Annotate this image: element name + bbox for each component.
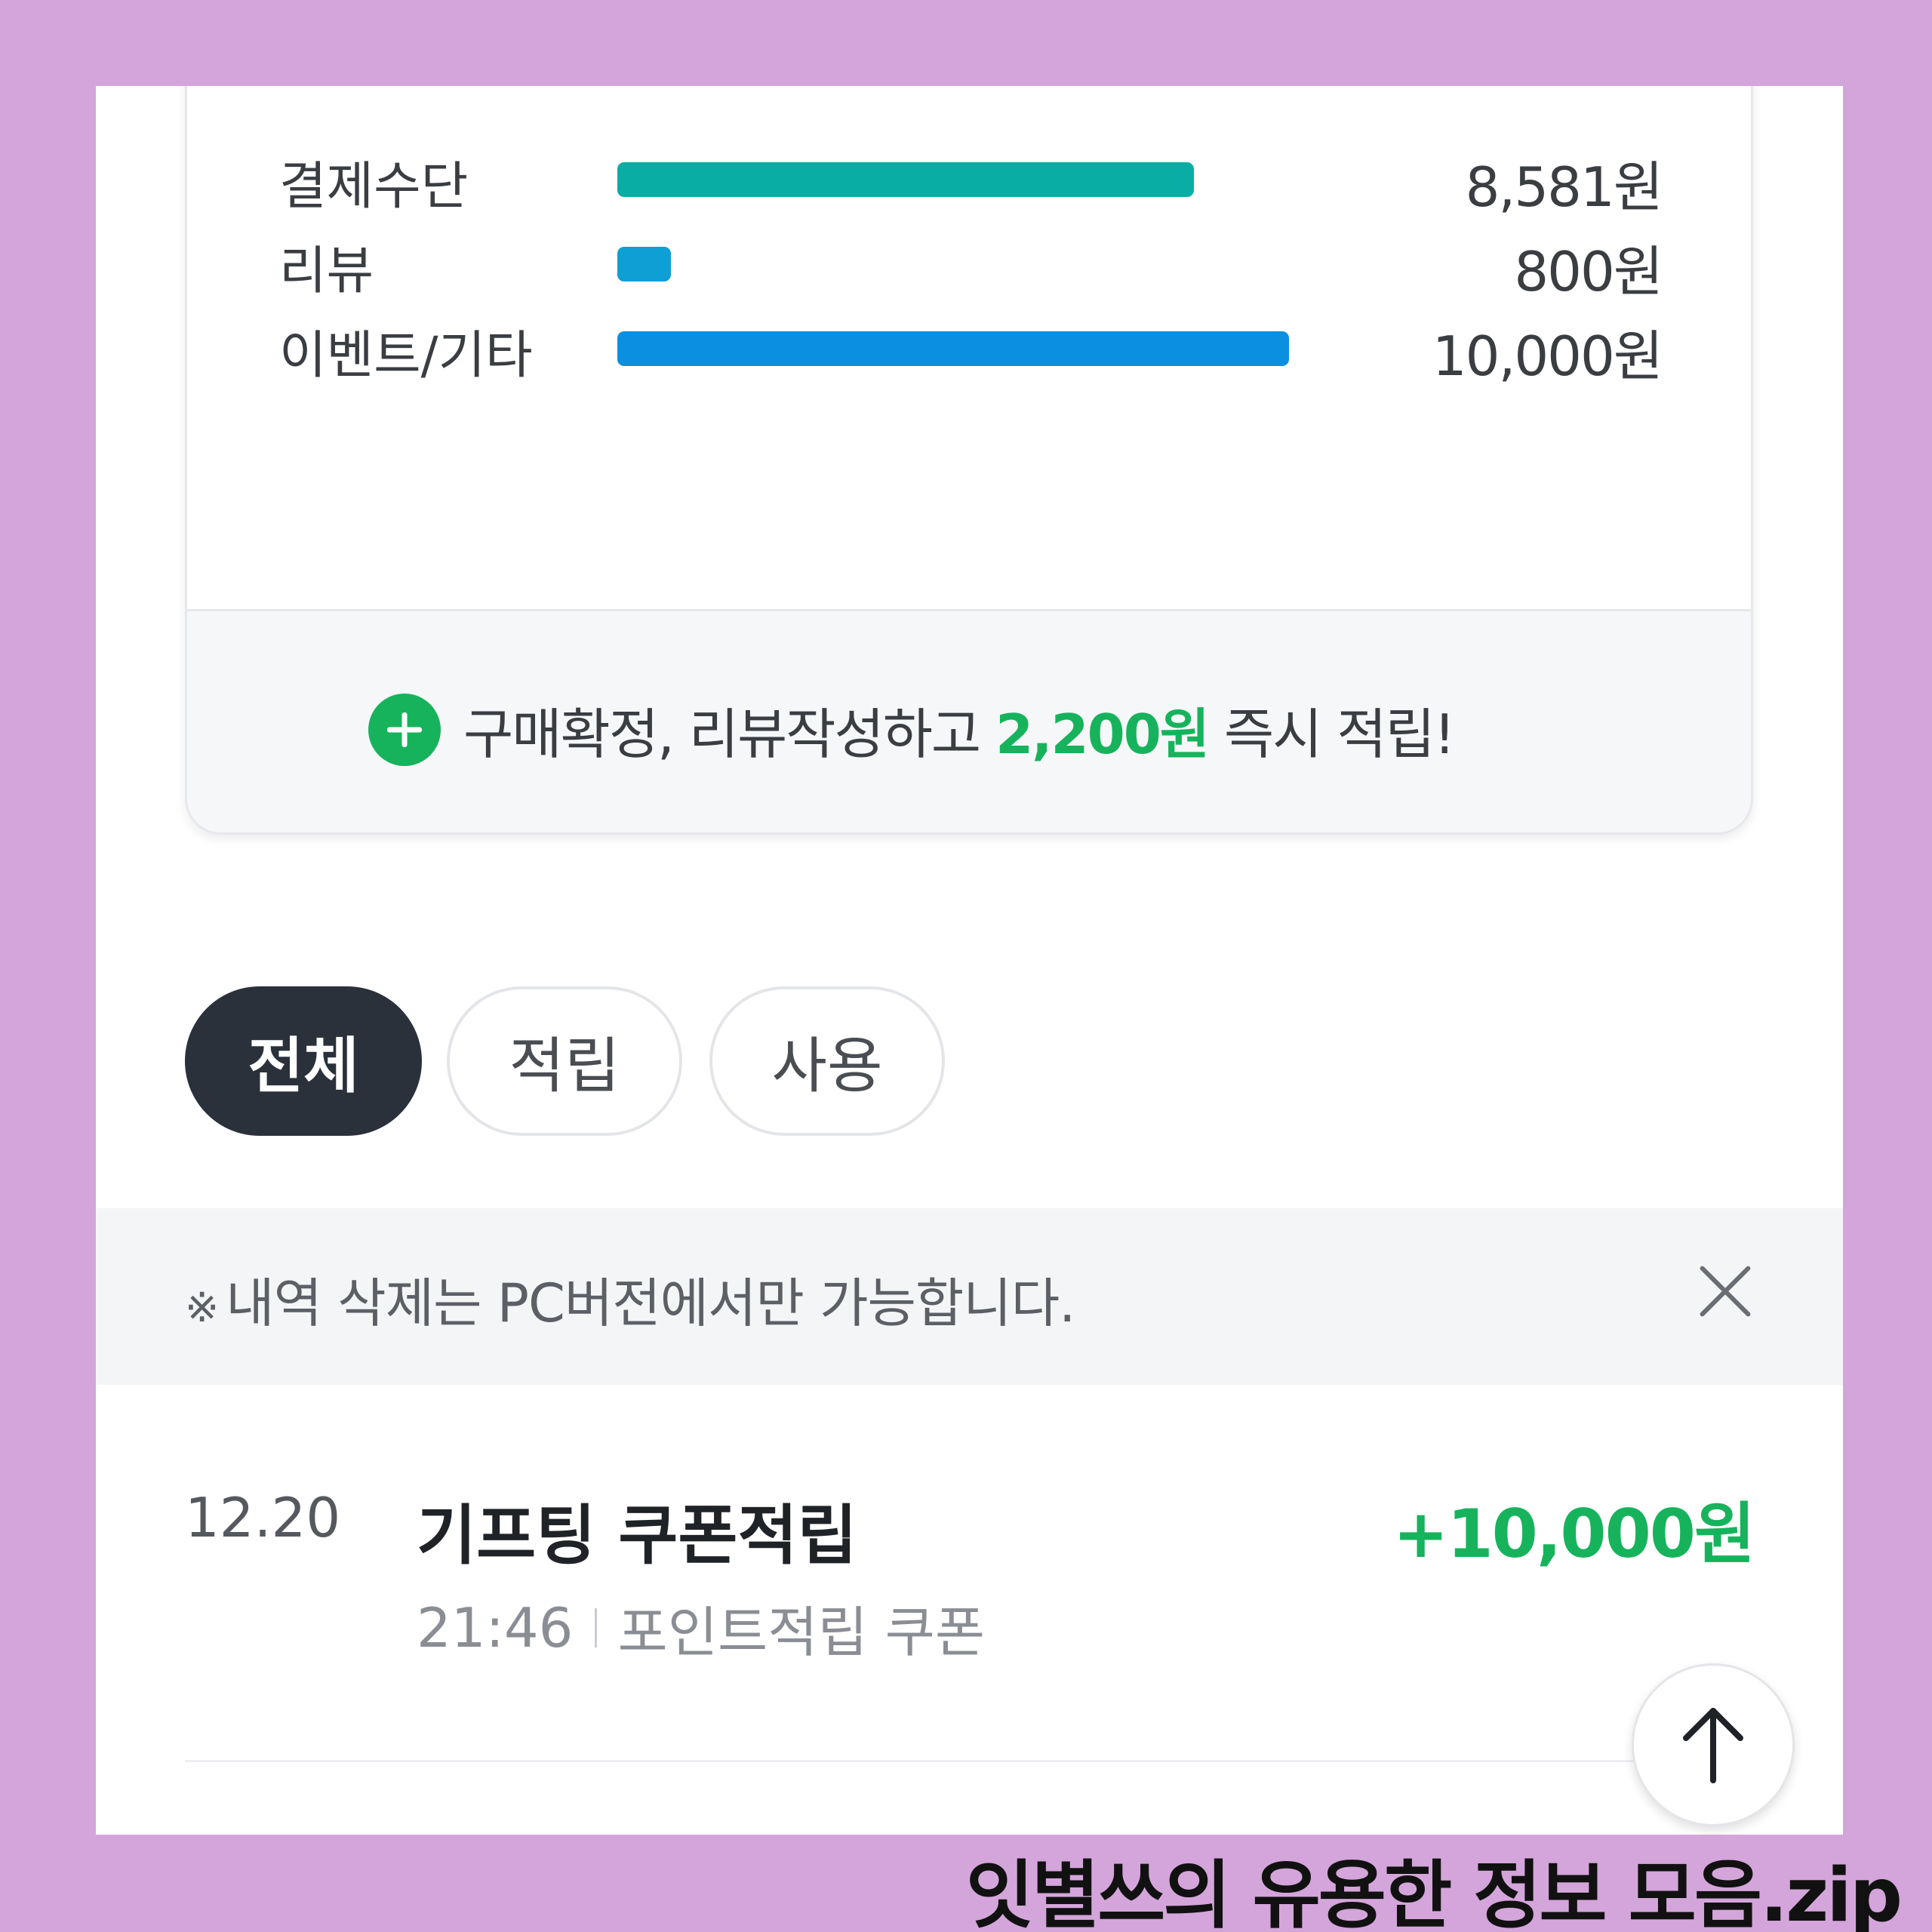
plus-circle-icon — [368, 693, 441, 766]
history-category: 포인트적립 쿠폰 — [617, 1601, 986, 1664]
delete-notice-bar: ※ 내역 삭제는 PC버전에서만 가능합니다. — [96, 1208, 1843, 1385]
breakdown-bar — [617, 331, 1289, 366]
app-screen: 결제수단 8,581원 리뷰 800원 이벤트/기타 10,000원 구매확정,… — [96, 86, 1843, 1835]
breakdown-amount: 8,581원 — [1465, 155, 1663, 219]
watermark-caption: 잇별쓰의 유용한 정보 모음.zip — [965, 1853, 1903, 1932]
arrow-up-icon — [1683, 1708, 1743, 1783]
filter-chip-earn[interactable]: 적립 — [447, 986, 682, 1136]
breakdown-row-payment: 결제수단 8,581원 — [187, 134, 1751, 219]
filter-chip-use[interactable]: 사용 — [709, 986, 945, 1136]
breakdown-label: 결제수단 — [279, 157, 469, 217]
breakdown-row-review: 리뷰 800원 — [187, 218, 1751, 303]
breakdown-bar — [617, 247, 671, 281]
history-amount: +10,000원 — [1392, 1495, 1755, 1573]
breakdown-amount: 800원 — [1514, 240, 1663, 303]
point-breakdown-card: 결제수단 8,581원 리뷰 800원 이벤트/기타 10,000원 구매확정,… — [185, 86, 1753, 835]
breakdown-label: 리뷰 — [279, 242, 374, 301]
history-title: 기프팅 쿠폰적립 — [417, 1498, 857, 1574]
promo-message: 구매확정, 리뷰작성하고 2,200원 즉시 적립! — [368, 690, 1456, 769]
history-subline: 21:46 포인트적립 쿠폰 — [417, 1588, 985, 1667]
filter-chip-all[interactable]: 전체 — [185, 986, 422, 1136]
breakdown-amount: 10,000원 — [1432, 325, 1663, 388]
notice-text: 내역 삭제는 PC버전에서만 가능합니다. — [226, 1272, 1075, 1334]
history-date: 12.20 — [185, 1486, 341, 1549]
promo-highlight-amount: 2,200원 — [995, 703, 1210, 766]
list-divider — [185, 1760, 1770, 1762]
history-time: 21:46 — [417, 1595, 574, 1660]
notice-mark: ※ — [185, 1284, 219, 1331]
breakdown-row-event: 이벤트/기타 10,000원 — [187, 303, 1751, 388]
history-separator — [594, 1607, 597, 1647]
scroll-to-top-button[interactable] — [1632, 1663, 1795, 1826]
promo-text-before: 구매확정, 리뷰작성하고 — [463, 703, 996, 766]
promo-banner[interactable]: 구매확정, 리뷰작성하고 2,200원 즉시 적립! — [187, 609, 1751, 832]
breakdown-bar — [617, 162, 1194, 197]
promo-text-after: 즉시 적립! — [1208, 703, 1456, 766]
close-icon[interactable] — [1697, 1263, 1754, 1320]
breakdown-label: 이벤트/기타 — [279, 326, 533, 386]
